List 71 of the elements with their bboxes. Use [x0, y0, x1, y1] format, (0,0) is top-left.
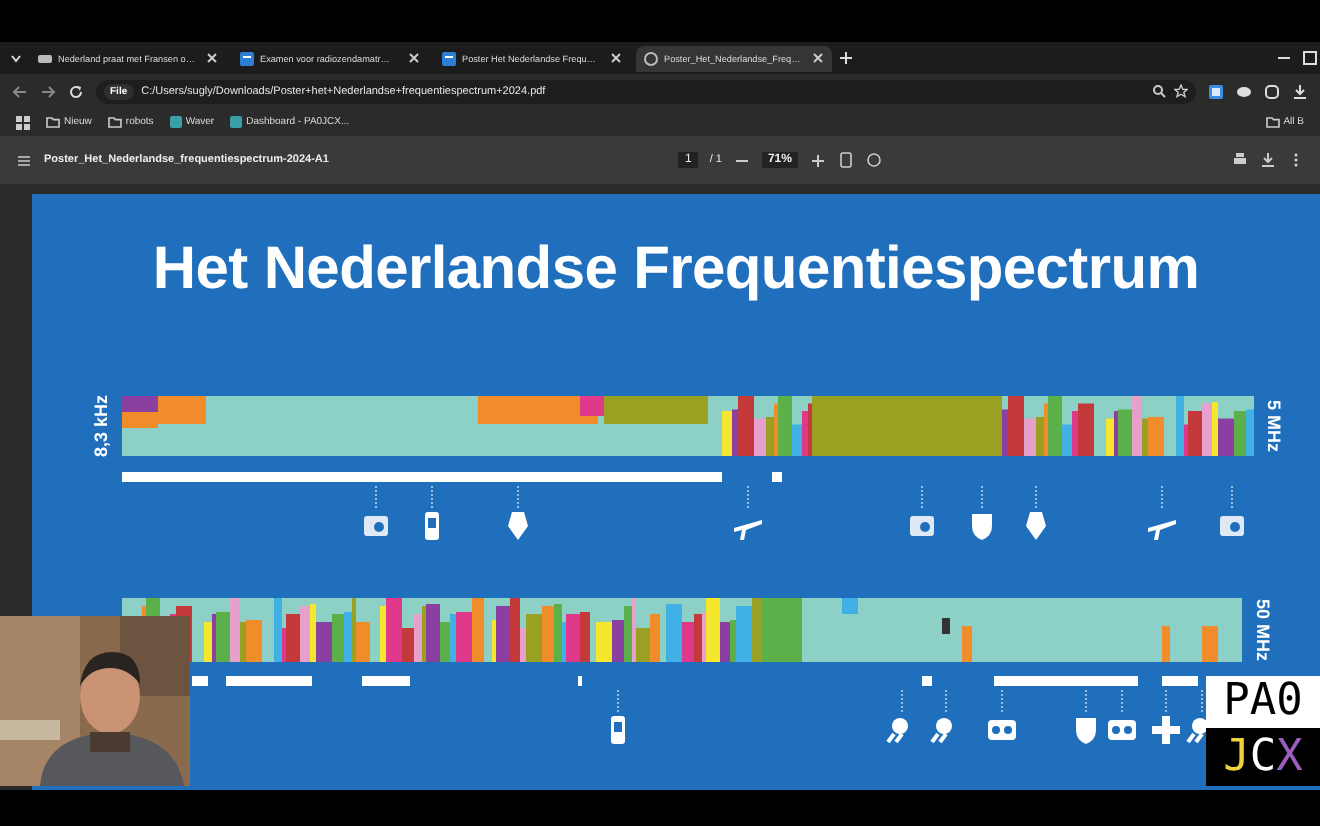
leader-line	[1165, 689, 1167, 715]
leader-line	[431, 485, 433, 511]
new-tab-icon[interactable]	[838, 50, 854, 66]
phone-icon	[425, 512, 439, 540]
leader-line	[981, 485, 983, 511]
shield-icon	[972, 514, 992, 540]
radio-icon	[364, 516, 388, 536]
frequency-label: 8,3 kHz	[92, 394, 112, 458]
forward-icon[interactable]	[40, 83, 56, 99]
apps-icon[interactable]	[16, 115, 30, 129]
zoom-in-icon[interactable]	[809, 153, 826, 167]
callsign-letter: J	[1223, 730, 1250, 786]
star-icon[interactable]	[1174, 84, 1188, 98]
close-icon[interactable]	[206, 52, 218, 64]
extension-icon[interactable]	[1208, 83, 1224, 99]
close-icon[interactable]	[812, 52, 824, 64]
poster-title: Het Nederlandse Frequentiespectrum	[150, 236, 1202, 306]
radio-icon	[1220, 516, 1244, 536]
allocation-bar	[772, 472, 782, 482]
globe-icon	[644, 51, 658, 65]
document-icon	[240, 51, 254, 65]
folder-icon	[1265, 116, 1280, 128]
radio-icon	[910, 516, 934, 536]
reload-icon[interactable]	[68, 83, 84, 99]
phone-icon	[611, 716, 625, 744]
maximize-icon[interactable]	[1300, 50, 1320, 66]
close-icon[interactable]	[610, 52, 622, 64]
leader-line	[1121, 689, 1123, 715]
allocation-bar	[922, 676, 932, 686]
document-icon	[442, 51, 456, 65]
controller-icon	[1108, 720, 1136, 740]
leader-line	[1201, 689, 1203, 715]
leader-line	[617, 689, 619, 715]
download-icon[interactable]	[1260, 152, 1276, 168]
close-icon[interactable]	[408, 52, 420, 64]
site-icon	[230, 116, 243, 128]
allocation-bar	[362, 676, 410, 686]
leader-line	[901, 689, 903, 715]
print-icon[interactable]	[1232, 152, 1248, 168]
allocation-bar	[1162, 676, 1198, 686]
controller-icon	[988, 720, 1016, 740]
back-icon[interactable]	[12, 83, 28, 99]
leader-line	[517, 485, 519, 511]
leader-line	[1035, 485, 1037, 511]
leader-line	[921, 485, 923, 511]
callsign-letter: X	[1276, 730, 1303, 786]
frequency-label: 50 MHz	[1252, 599, 1272, 661]
leader-line	[375, 485, 377, 511]
leader-line	[1001, 689, 1003, 715]
folder-icon	[46, 116, 60, 128]
allocation-bar	[994, 676, 1138, 686]
video-icon	[38, 51, 52, 65]
site-icon	[169, 116, 182, 128]
shield-icon	[1076, 718, 1096, 744]
leader-line	[945, 689, 947, 715]
fit-page-icon[interactable]	[837, 152, 854, 168]
menu-icon[interactable]	[16, 153, 32, 167]
leader-line	[747, 485, 749, 511]
zoom-icon[interactable]	[1152, 84, 1166, 98]
leader-line	[1161, 485, 1163, 511]
frequency-label: 5 MHz	[1264, 400, 1284, 452]
tab-list-icon[interactable]	[8, 50, 24, 66]
callsign-letter: C	[1249, 730, 1277, 786]
folder-icon	[107, 116, 122, 128]
callsign-text: PA0	[1206, 676, 1320, 728]
leader-line	[1231, 485, 1233, 511]
allocation-bar	[192, 676, 208, 686]
plus-icon	[1152, 716, 1180, 744]
allocation-bar	[226, 676, 312, 686]
download-icon[interactable]	[1292, 83, 1308, 99]
leader-line	[1085, 689, 1087, 715]
